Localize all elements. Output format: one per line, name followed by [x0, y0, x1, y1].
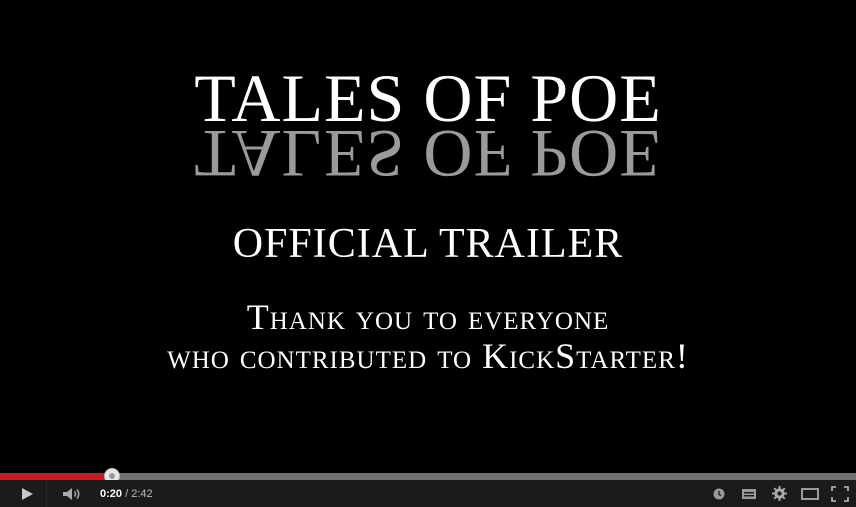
video-title-reflection: TALES OF POE	[194, 116, 662, 192]
volume-button[interactable]	[58, 480, 86, 507]
captions-button[interactable]	[738, 480, 760, 507]
watch-later-button[interactable]	[708, 480, 730, 507]
progress-bar[interactable]	[0, 468, 856, 484]
duration: 2:42	[131, 487, 153, 500]
player-controls: 0:20 / 2:42	[0, 480, 856, 507]
gear-icon	[771, 486, 787, 501]
current-time: 0:20	[100, 487, 123, 500]
theater-mode-icon	[801, 487, 819, 500]
settings-button[interactable]	[768, 480, 790, 507]
thanks-line-1: Thank you to everyone	[246, 297, 610, 337]
video-subtitle-text: OFFICIAL TRAILER	[232, 221, 624, 267]
play-icon	[22, 487, 33, 500]
play-button[interactable]	[8, 480, 47, 507]
captions-icon	[742, 488, 756, 499]
video-viewport[interactable]: TALES OF POE TALES OF POE OFFICIAL TRAIL…	[0, 0, 856, 473]
thanks-line-2: who contributed to KickStarter!	[167, 336, 689, 376]
fullscreen-icon	[831, 485, 849, 502]
time-display: 0:20 / 2:42	[100, 480, 153, 507]
clock-icon	[713, 488, 725, 499]
progress-played	[0, 473, 106, 480]
theater-mode-button[interactable]	[798, 480, 822, 507]
fullscreen-button[interactable]	[828, 480, 852, 507]
volume-icon	[63, 487, 80, 500]
